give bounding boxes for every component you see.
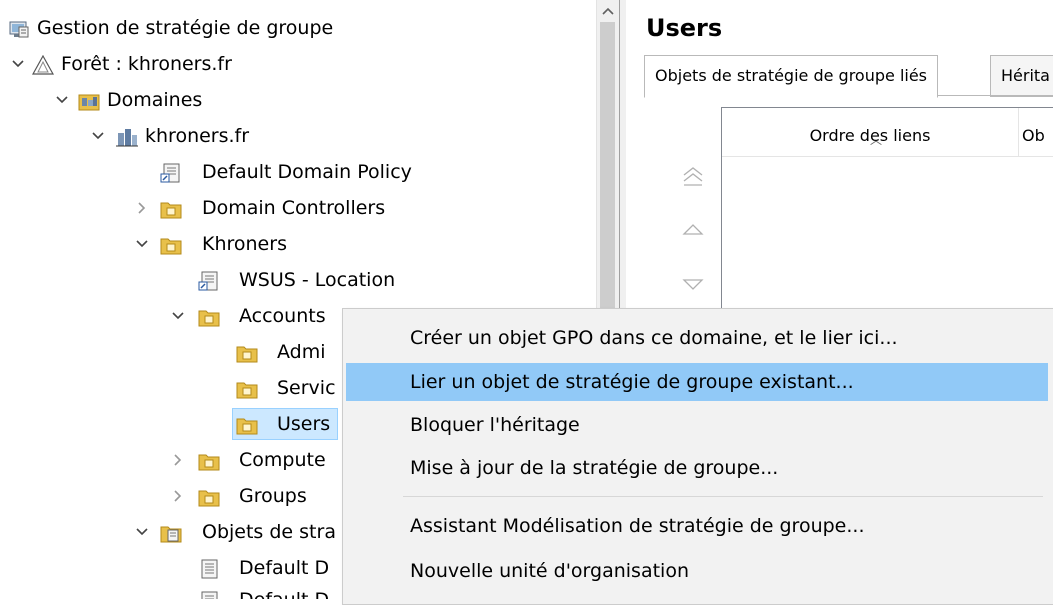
gpo-icon: [198, 590, 220, 599]
tree-node-label: Compute: [239, 449, 326, 471]
tab-strip: Objets de stratégie de groupe liés Hérit…: [644, 55, 1053, 98]
expanded-chevron-icon[interactable]: [170, 301, 186, 331]
column-header-gpo[interactable]: Ob: [1022, 108, 1053, 156]
tree-node-label: Admi: [277, 341, 326, 363]
ou-folder-icon: [160, 198, 182, 219]
ou-folder-icon: [236, 378, 258, 399]
scroll-up-arrow-icon[interactable]: [597, 0, 619, 22]
ou-folder-icon: [236, 342, 258, 363]
ou-folder-icon: [160, 234, 182, 255]
menu-item-block-inheritance[interactable]: Bloquer l'héritage: [346, 406, 1048, 444]
tree-node-label: Default D: [236, 585, 332, 599]
pane-title: Users: [646, 14, 723, 42]
ou-folder-icon: [236, 414, 258, 435]
tree-node-label: Default D: [239, 557, 330, 579]
forest-icon: [31, 54, 55, 75]
tree-node-label: Objets de stra: [202, 521, 336, 543]
expanded-chevron-icon[interactable]: [10, 49, 26, 79]
ou-folder-icon: [198, 450, 220, 471]
move-up-icon[interactable]: [676, 212, 710, 246]
move-to-top-icon[interactable]: [676, 160, 710, 194]
collapsed-chevron-icon[interactable]: [170, 481, 186, 511]
list-header: ︿ Ordre des liens Ob: [722, 108, 1053, 157]
tab-inheritance[interactable]: Hérita: [990, 55, 1053, 97]
tree-node-label: Domain Controllers: [202, 197, 386, 219]
collapsed-chevron-icon[interactable]: [170, 445, 186, 475]
tree-node-label: Domaines: [107, 89, 203, 111]
tree-node-label: Users: [277, 413, 331, 435]
expanded-chevron-icon[interactable]: [134, 517, 150, 547]
tree-node-label: Accounts: [239, 305, 326, 327]
expanded-chevron-icon[interactable]: [134, 229, 150, 259]
tree-node-label: Gestion de stratégie de groupe: [37, 17, 334, 39]
column-header-link-order[interactable]: ︿ Ordre des liens: [722, 108, 1019, 156]
sort-ascending-icon: ︿: [870, 133, 883, 147]
domains-icon: [78, 90, 100, 111]
context-menu: Créer un objet GPO dans ce domaine, et l…: [342, 308, 1053, 605]
gpmc-console-icon: [8, 18, 30, 38]
menu-item-group-policy-update[interactable]: Mise à jour de la stratégie de groupe...: [346, 449, 1048, 487]
column-header-label: Ob: [1022, 126, 1045, 145]
menu-item-create-gpo-link[interactable]: Créer un objet GPO dans ce domaine, et l…: [346, 319, 1048, 357]
tree-node-label: Forêt : khroners.fr: [61, 53, 232, 75]
tree-node-label: khroners.fr: [145, 125, 250, 147]
tree-node-label: WSUS - Location: [239, 269, 396, 291]
tree-node-label: Default Domain Policy: [202, 161, 412, 183]
gpo-link-icon: [198, 270, 220, 291]
gpo-container-icon: [160, 522, 182, 543]
menu-item-link-existing-gpo[interactable]: Lier un objet de stratégie de groupe exi…: [346, 363, 1048, 401]
gpo-icon: [198, 558, 220, 579]
tree-node-label: Groups: [239, 485, 307, 507]
tree-node-label: Khroners: [202, 233, 287, 255]
gpo-link-icon: [160, 162, 182, 183]
tab-linked-gpos[interactable]: Objets de stratégie de groupe liés: [644, 55, 939, 98]
collapsed-chevron-icon[interactable]: [134, 193, 150, 223]
ou-folder-icon: [198, 306, 220, 327]
move-down-icon[interactable]: [676, 268, 710, 302]
expanded-chevron-icon[interactable]: [90, 121, 106, 151]
domain-icon: [116, 126, 138, 147]
menu-separator: [403, 496, 1043, 497]
ou-folder-icon: [198, 486, 220, 507]
menu-item-new-ou[interactable]: Nouvelle unité d'organisation: [346, 552, 1048, 590]
expanded-chevron-icon[interactable]: [54, 85, 70, 115]
menu-item-modeling-wizard[interactable]: Assistant Modélisation de stratégie de g…: [346, 507, 1048, 545]
tree-node-label: Servic: [277, 377, 336, 399]
